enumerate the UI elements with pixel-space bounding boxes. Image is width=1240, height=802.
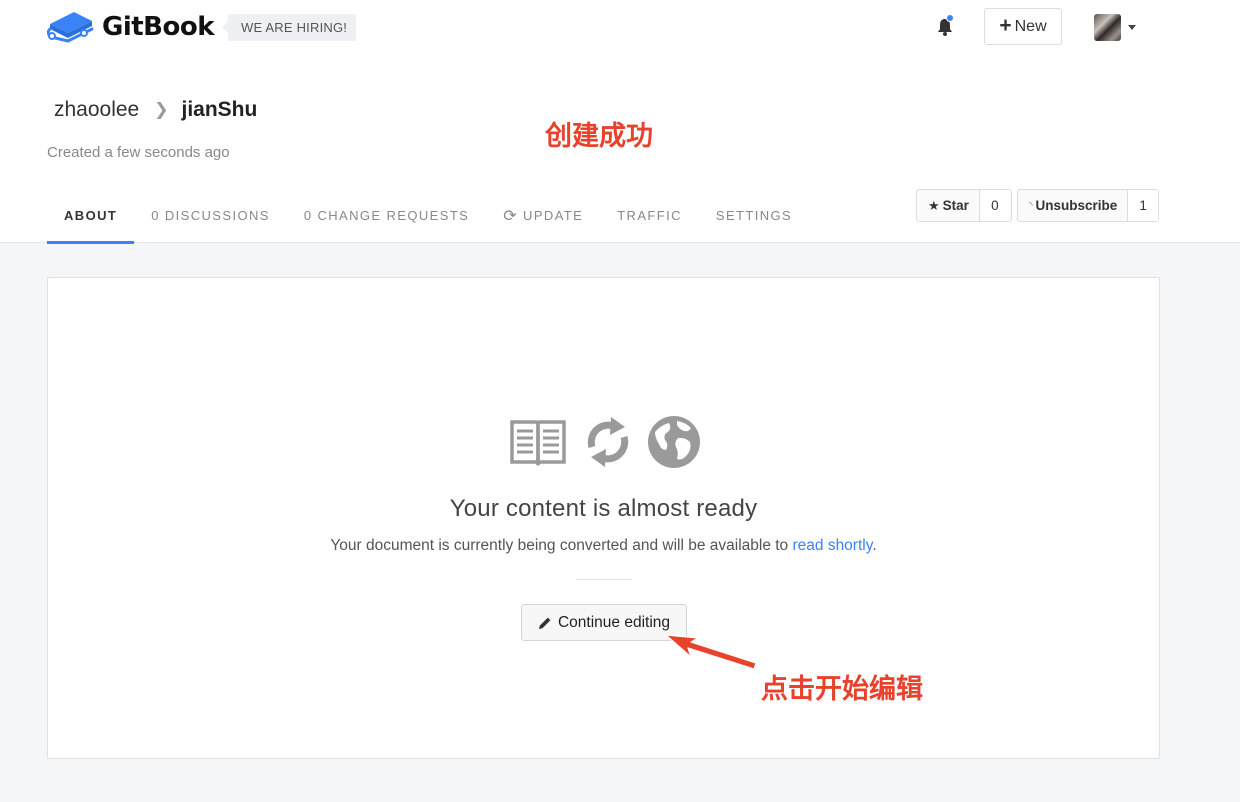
unsubscribe-button-group: ◝ Unsubscribe 1 bbox=[1017, 189, 1159, 222]
status-icons bbox=[509, 414, 701, 470]
tab-change-requests[interactable]: 0 CHANGE REQUESTS bbox=[287, 188, 486, 243]
gitbook-logo-icon bbox=[47, 12, 94, 43]
globe-icon bbox=[648, 416, 700, 468]
tab-about[interactable]: ABOUT bbox=[47, 188, 135, 244]
avatar[interactable] bbox=[1094, 14, 1121, 41]
tab-label: ABOUT bbox=[64, 208, 118, 223]
star-button-group: ★ Star 0 bbox=[916, 189, 1012, 222]
arrow-annotation-icon bbox=[665, 634, 757, 670]
plus-icon: + bbox=[999, 14, 1012, 37]
tab-label: 0 DISCUSSIONS bbox=[151, 208, 270, 223]
tab-update[interactable]: ⟳ UPDATE bbox=[486, 188, 600, 243]
tab-settings[interactable]: SETTINGS bbox=[699, 188, 809, 243]
unsubscribe-label: Unsubscribe bbox=[1035, 198, 1118, 213]
gitbook-logo[interactable]: GitBook bbox=[47, 10, 215, 44]
tab-label: SETTINGS bbox=[715, 208, 793, 223]
rss-icon: ◝ bbox=[1029, 200, 1033, 210]
annotation-success: 创建成功 bbox=[545, 121, 653, 152]
tab-label: UPDATE bbox=[523, 208, 584, 223]
content-card: Your content is almost ready Your docume… bbox=[47, 277, 1160, 759]
notification-dot bbox=[946, 14, 954, 22]
sync-icon bbox=[587, 417, 629, 467]
breadcrumb: zhaoolee ❯ jianShu bbox=[54, 98, 257, 122]
continue-editing-label: Continue editing bbox=[557, 613, 671, 631]
tab-label: TRAFFIC bbox=[617, 208, 682, 223]
new-button-label: New bbox=[1014, 17, 1047, 35]
subscriber-count[interactable]: 1 bbox=[1127, 190, 1158, 221]
unsubscribe-button[interactable]: ◝ Unsubscribe bbox=[1018, 190, 1127, 221]
hiring-badge[interactable]: WE ARE HIRING! bbox=[221, 14, 357, 41]
new-button[interactable]: + New bbox=[984, 8, 1062, 45]
tab-traffic[interactable]: TRAFFIC bbox=[600, 188, 699, 243]
breadcrumb-owner[interactable]: zhaoolee bbox=[54, 98, 139, 122]
star-label: Star bbox=[942, 198, 969, 213]
card-text-suffix: . bbox=[872, 537, 877, 554]
tab-label: 0 CHANGE REQUESTS bbox=[303, 208, 470, 223]
annotation-click-to-edit: 点击开始编辑 bbox=[761, 674, 923, 705]
card-title: Your content is almost ready bbox=[449, 495, 758, 522]
card-text-prefix: Your document is currently being convert… bbox=[330, 537, 793, 554]
logo-text: GitBook bbox=[102, 12, 215, 42]
book-icon bbox=[510, 420, 566, 466]
created-timestamp: Created a few seconds ago bbox=[47, 144, 230, 161]
divider bbox=[576, 579, 632, 580]
tab-discussions[interactable]: 0 DISCUSSIONS bbox=[134, 188, 287, 243]
read-shortly-link[interactable]: read shortly bbox=[792, 537, 872, 554]
sync-icon: ⟳ bbox=[503, 207, 519, 225]
star-count[interactable]: 0 bbox=[978, 190, 1010, 221]
star-button[interactable]: ★ Star bbox=[917, 190, 979, 221]
chevron-right-icon: ❯ bbox=[154, 100, 169, 119]
star-icon: ★ bbox=[928, 197, 940, 213]
breadcrumb-book[interactable]: jianShu bbox=[182, 98, 258, 122]
tab-bar: ABOUT 0 DISCUSSIONS 0 CHANGE REQUESTS ⟳ … bbox=[47, 188, 809, 244]
chevron-down-icon[interactable] bbox=[1128, 25, 1136, 30]
card-description: Your document is currently being convert… bbox=[48, 537, 1159, 555]
pencil-icon bbox=[538, 617, 551, 629]
